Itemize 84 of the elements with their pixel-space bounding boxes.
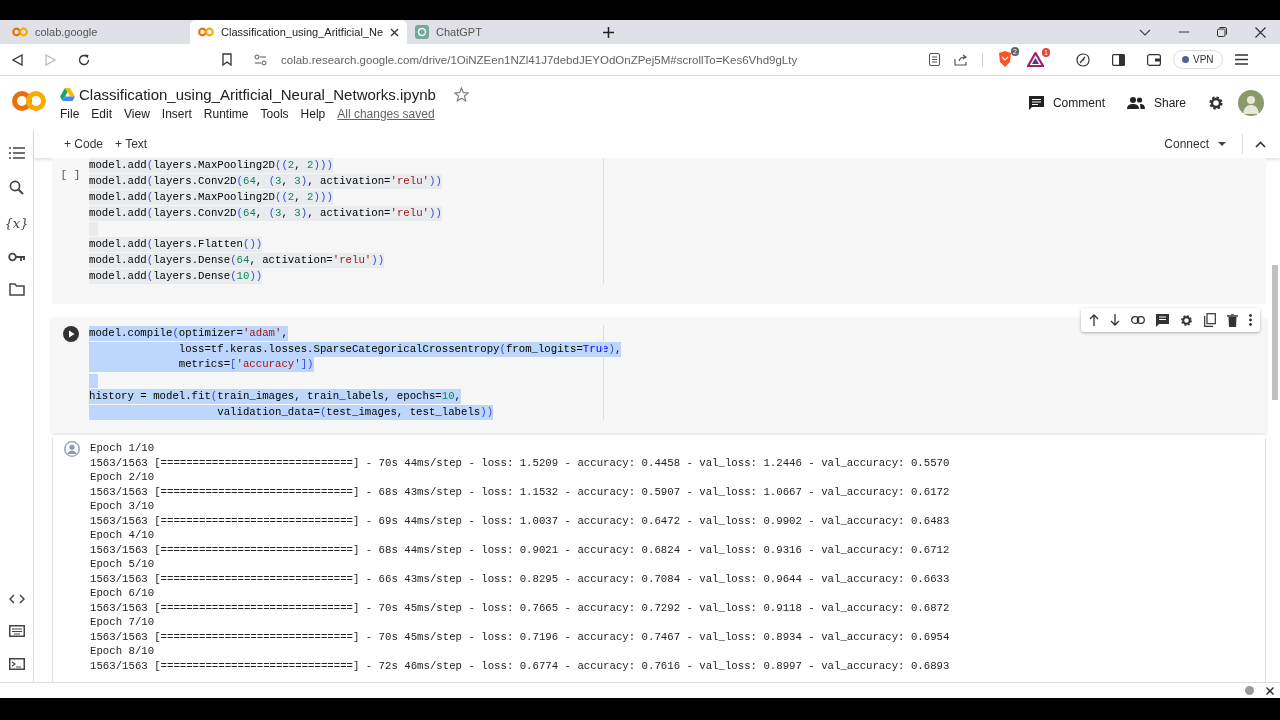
code-cell[interactable] bbox=[52, 158, 1266, 305]
output-line: Epoch 2/10 bbox=[90, 470, 156, 485]
close-icon[interactable] bbox=[1255, 26, 1266, 38]
reader-icon[interactable] bbox=[929, 53, 940, 66]
variables-button[interactable]: {x} bbox=[4, 216, 29, 231]
output-line: Epoch 1/10 bbox=[90, 441, 156, 456]
sidebar-icon[interactable] bbox=[1112, 53, 1125, 66]
code-cell[interactable] bbox=[52, 318, 1266, 434]
share-button[interactable]: Share bbox=[1126, 96, 1186, 110]
avatar[interactable] bbox=[1238, 90, 1264, 116]
folder-icon[interactable] bbox=[8, 283, 25, 296]
menu-item[interactable]: Insert bbox=[161, 106, 192, 121]
colab-logo-icon[interactable] bbox=[12, 90, 46, 112]
terminal-icon[interactable] bbox=[8, 658, 25, 670]
output-line: Epoch 3/10 bbox=[90, 499, 156, 514]
search-icon[interactable] bbox=[9, 180, 24, 195]
output-line: Epoch 5/10 bbox=[90, 557, 156, 572]
mirror-cell-icon[interactable] bbox=[1204, 313, 1216, 328]
scrollbar[interactable] bbox=[1272, 265, 1278, 400]
arrow-down-icon[interactable] bbox=[1110, 314, 1120, 327]
menu-icon[interactable] bbox=[1234, 54, 1248, 65]
menu-item[interactable]: Runtime bbox=[203, 106, 249, 121]
triangle-icon[interactable] bbox=[1027, 52, 1044, 67]
table-of-contents-icon[interactable] bbox=[8, 147, 25, 159]
site-settings-icon[interactable] bbox=[254, 53, 267, 66]
close-icon[interactable] bbox=[390, 27, 400, 37]
run-button[interactable] bbox=[62, 326, 79, 343]
wallet-icon[interactable] bbox=[1147, 53, 1161, 66]
user-circle-icon bbox=[63, 441, 80, 458]
browser-tab[interactable]: Classification_using_Aritficial_Ne bbox=[190, 20, 408, 44]
selection-highlight bbox=[89, 373, 98, 388]
back-icon[interactable] bbox=[12, 53, 23, 66]
comment-icon bbox=[1028, 95, 1044, 111]
output-line: Epoch 7/10 bbox=[90, 615, 156, 630]
delete-icon[interactable] bbox=[1227, 313, 1238, 327]
output-line: 1563/1563 [==============================] - 70s 45ms/step - loss: 0.7665 - accuracy: 0.7292 - val_loss: 0.9118 - val_accuracy: 0.6872 bbox=[90, 600, 950, 616]
browser-tab[interactable]: ChatGPT bbox=[407, 20, 594, 44]
output-line: Epoch 6/10 bbox=[90, 586, 156, 601]
output-line: 1563/1563 [==============================] - 66s 43ms/step - loss: 0.8295 - accuracy: 0.7084 - val_loss: 0.9644 - val_accuracy: 0.6633 bbox=[90, 571, 950, 587]
close-icon[interactable] bbox=[1266, 686, 1274, 695]
reload-icon[interactable] bbox=[78, 53, 90, 66]
drive-icon[interactable] bbox=[60, 87, 75, 101]
output-line: Epoch 4/10 bbox=[90, 528, 156, 543]
menu-item[interactable]: Tools bbox=[260, 106, 289, 121]
chevron-down-icon[interactable] bbox=[1139, 28, 1151, 36]
new-tab-icon[interactable] bbox=[603, 26, 615, 38]
add-cell-button[interactable]: + Text bbox=[115, 137, 148, 151]
execution-count: [ ] bbox=[60, 169, 81, 181]
people-icon bbox=[1126, 97, 1145, 109]
settings-icon[interactable] bbox=[1208, 95, 1224, 111]
browser-tab[interactable]: colab.google bbox=[4, 20, 190, 44]
bookmark-icon[interactable] bbox=[222, 53, 232, 66]
add-cell-button[interactable]: + Code bbox=[64, 137, 104, 151]
arrow-up-icon[interactable] bbox=[1089, 314, 1099, 327]
output-line: 1563/1563 [==============================] - 72s 46ms/step - loss: 0.6774 - accuracy: 0.7616 - val_loss: 0.8997 - val_accuracy: 0.6893 bbox=[90, 658, 950, 674]
connect-button[interactable]: Connect bbox=[1164, 137, 1226, 151]
save-status-link[interactable]: All changes saved bbox=[337, 106, 435, 121]
notebook-title[interactable]: Classification_using_Aritficial_Neural_Networks.ipynb bbox=[79, 85, 436, 103]
caret-icon bbox=[1218, 142, 1226, 146]
output-line: 1563/1563 [==============================] - 70s 45ms/step - loss: 0.7196 - accuracy: 0.7467 - val_loss: 0.8934 - val_accuracy: 0.6954 bbox=[90, 629, 950, 645]
code-icon[interactable] bbox=[8, 594, 25, 604]
menu-item[interactable]: Edit bbox=[91, 106, 113, 121]
star-icon[interactable] bbox=[453, 86, 469, 102]
more-icon[interactable] bbox=[1249, 314, 1252, 327]
output-line: 1563/1563 [==============================] - 70s 44ms/step - loss: 1.5209 - accuracy: 0.4458 - val_loss: 1.2446 - val_accuracy: 0.5570 bbox=[90, 455, 950, 471]
output-line: Epoch 8/10 bbox=[90, 644, 156, 659]
menu-item[interactable]: View bbox=[124, 106, 150, 121]
dot-icon bbox=[1245, 686, 1254, 695]
restore-icon[interactable] bbox=[1217, 27, 1227, 37]
output-line: 1563/1563 [==============================] - 69s 44ms/step - loss: 1.0037 - accuracy: 0.6472 - val_loss: 0.9902 - val_accuracy: 0.6483 bbox=[90, 513, 950, 529]
key-icon[interactable] bbox=[7, 252, 26, 262]
output-line: 1563/1563 [==============================] - 68s 44ms/step - loss: 0.9021 - accuracy: 0.6824 - val_loss: 0.9316 - val_accuracy: 0.6712 bbox=[90, 542, 950, 558]
command-palette-icon[interactable] bbox=[8, 625, 25, 637]
comment-icon[interactable] bbox=[1156, 313, 1169, 327]
comment-button[interactable]: Comment bbox=[1028, 95, 1105, 111]
link-icon[interactable] bbox=[1131, 316, 1145, 325]
menu-item[interactable]: Help bbox=[300, 106, 326, 121]
share-icon[interactable] bbox=[954, 53, 968, 66]
output-line: 1563/1563 [==============================] - 68s 43ms/step - loss: 1.1532 - accuracy: 0.5907 - val_loss: 1.0667 - val_accuracy: 0.6172 bbox=[90, 484, 950, 500]
settings-icon[interactable] bbox=[1180, 313, 1193, 327]
colab-logo-icon bbox=[12, 27, 28, 37]
colab-logo-icon bbox=[198, 27, 214, 37]
menu-item[interactable]: File bbox=[60, 106, 80, 121]
chevron-up-icon[interactable] bbox=[1255, 140, 1266, 148]
